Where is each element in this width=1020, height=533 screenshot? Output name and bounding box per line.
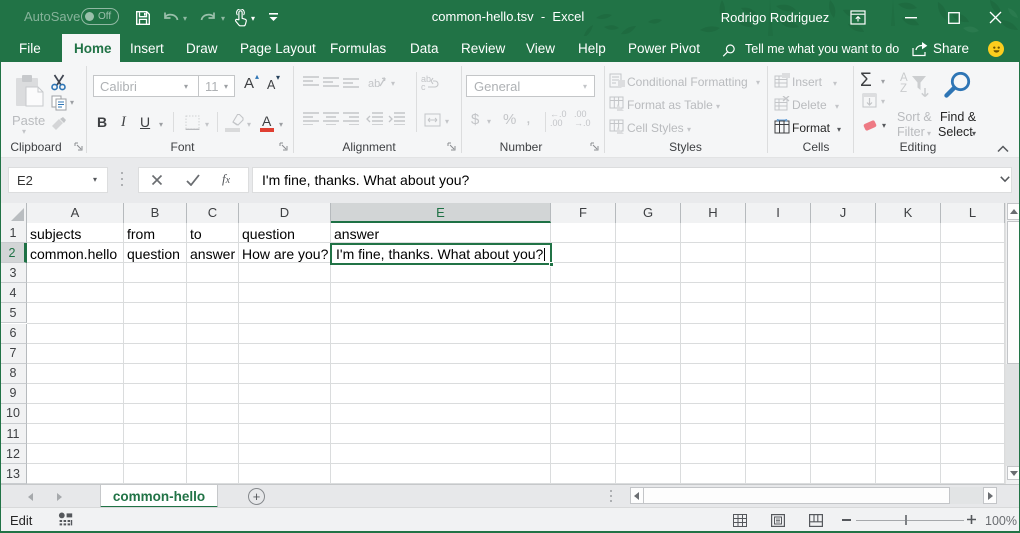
svg-text:ab: ab xyxy=(368,78,380,90)
svg-text:c: c xyxy=(421,82,426,91)
